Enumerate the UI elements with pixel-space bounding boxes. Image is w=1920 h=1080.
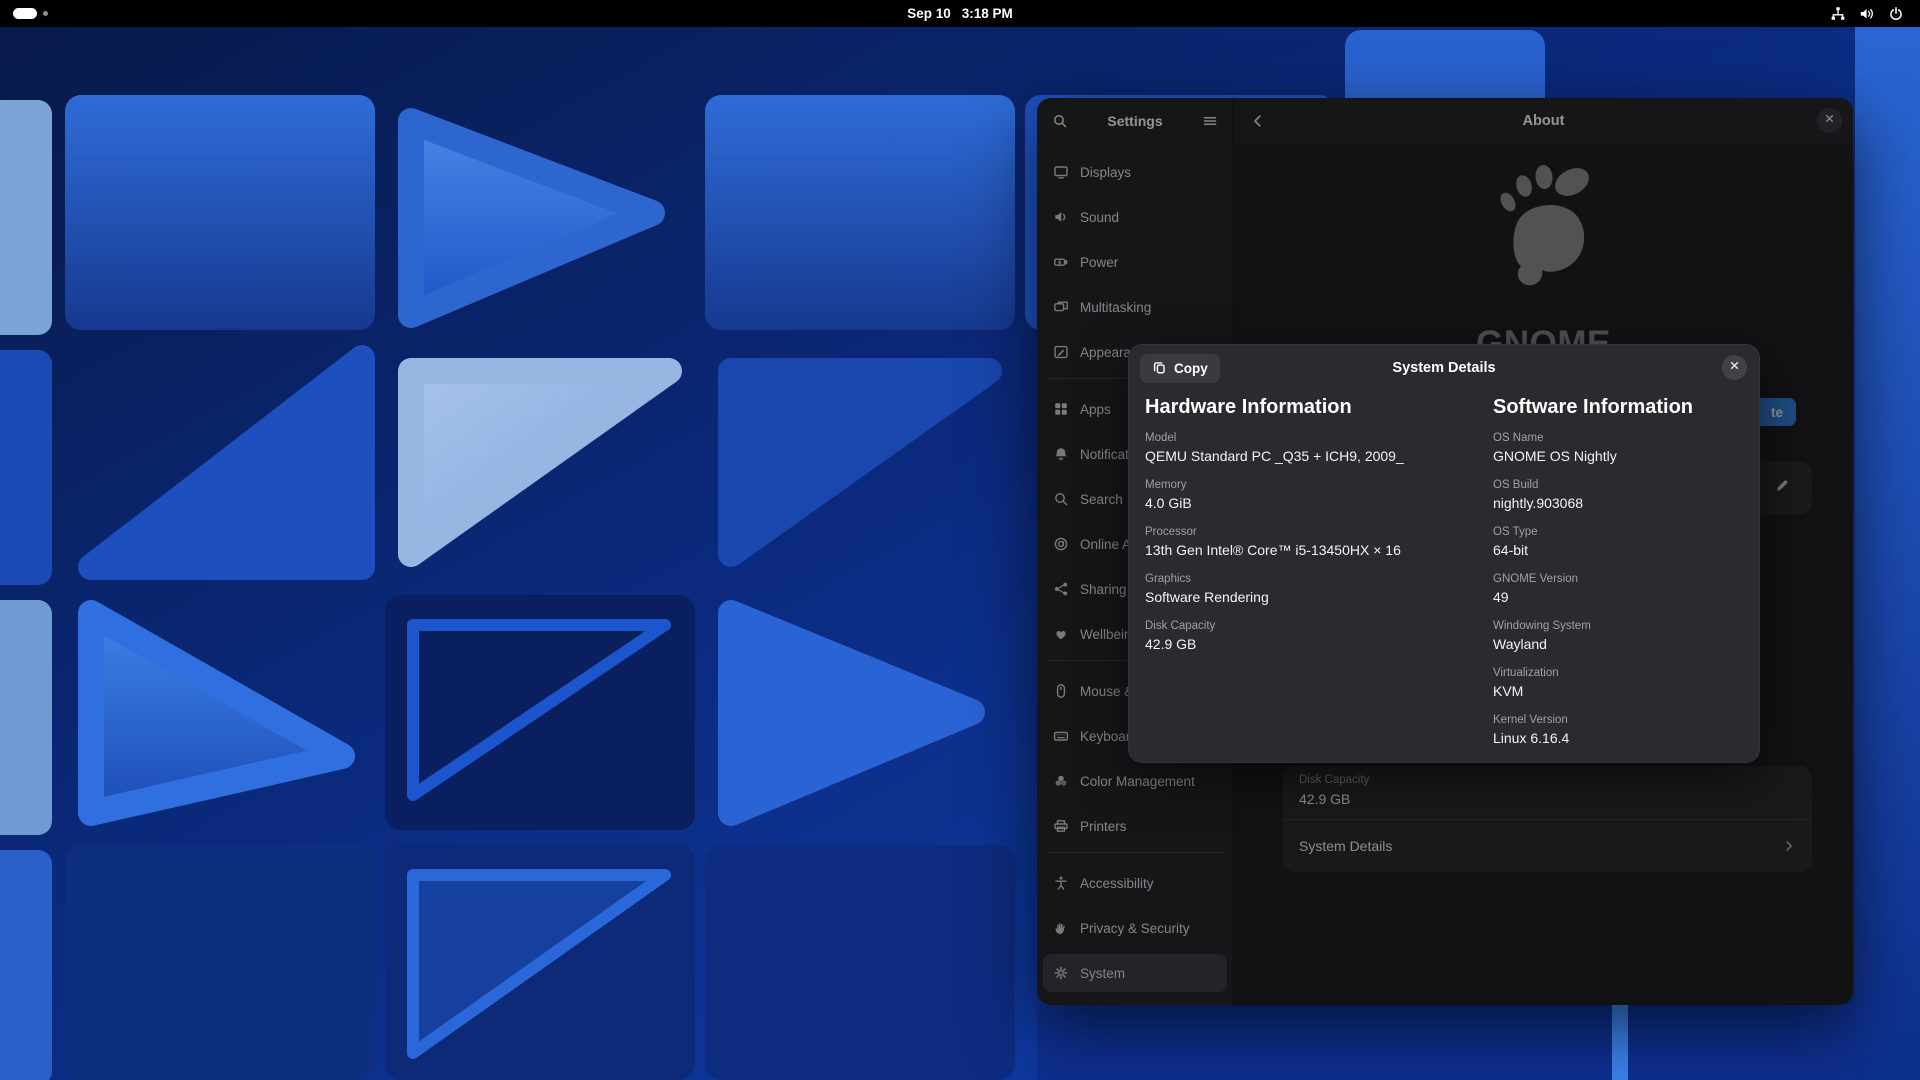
field-model: Model QEMU Standard PC _Q35 + ICH9, 2009_ (1145, 431, 1480, 465)
field-value: Linux 6.16.4 (1493, 730, 1745, 747)
clock-button[interactable]: Sep 10 3:18 PM (0, 0, 1920, 27)
network-wired-icon (1830, 6, 1846, 22)
field-disk-capacity: Disk Capacity 42.9 GB (1145, 619, 1480, 653)
system-details-dialog: Copy System Details Hardware Information… (1128, 344, 1760, 763)
top-bar: Sep 10 3:18 PM (0, 0, 1920, 27)
field-os-type: OS Type 64-bit (1493, 525, 1745, 559)
date-label: Sep 10 (907, 6, 951, 21)
field-label: Processor (1145, 525, 1480, 539)
field-label: Disk Capacity (1145, 619, 1480, 633)
field-label: Kernel Version (1493, 713, 1745, 727)
volume-icon (1859, 6, 1875, 22)
field-value: 42.9 GB (1145, 636, 1480, 653)
field-label: Windowing System (1493, 619, 1745, 633)
software-heading: Software Information (1493, 396, 1745, 419)
field-value: GNOME OS Nightly (1493, 448, 1745, 465)
hardware-info-column: Hardware Information Model QEMU Standard … (1145, 396, 1480, 756)
close-icon (1728, 359, 1741, 377)
field-label: OS Name (1493, 431, 1745, 445)
field-windowing-system: Windowing System Wayland (1493, 619, 1745, 653)
field-gnome-version: GNOME Version 49 (1493, 572, 1745, 606)
field-value: QEMU Standard PC _Q35 + ICH9, 2009_ (1145, 448, 1480, 465)
dialog-headerbar: Copy System Details (1128, 344, 1760, 392)
dialog-close-button[interactable] (1722, 355, 1747, 380)
field-os-build: OS Build nightly.903068 (1493, 478, 1745, 512)
field-memory: Memory 4.0 GiB (1145, 478, 1480, 512)
field-label: Virtualization (1493, 666, 1745, 680)
field-label: OS Type (1493, 525, 1745, 539)
field-virtualization: Virtualization KVM (1493, 666, 1745, 700)
field-value: 4.0 GiB (1145, 495, 1480, 512)
time-label: 3:18 PM (962, 6, 1013, 21)
field-kernel-version: Kernel Version Linux 6.16.4 (1493, 713, 1745, 747)
field-value: 49 (1493, 589, 1745, 606)
field-label: Graphics (1145, 572, 1480, 586)
field-value: KVM (1493, 683, 1745, 700)
field-graphics: Graphics Software Rendering (1145, 572, 1480, 606)
field-value: Wayland (1493, 636, 1745, 653)
hardware-heading: Hardware Information (1145, 396, 1480, 419)
field-value: 64-bit (1493, 542, 1745, 559)
dialog-title: System Details (1128, 344, 1760, 392)
field-label: Model (1145, 431, 1480, 445)
field-os-name: OS Name GNOME OS Nightly (1493, 431, 1745, 465)
field-value: Software Rendering (1145, 589, 1480, 606)
field-label: OS Build (1493, 478, 1745, 492)
field-value: nightly.903068 (1493, 495, 1745, 512)
software-info-column: Software Information OS Name GNOME OS Nig… (1493, 396, 1745, 756)
power-icon (1888, 6, 1904, 22)
field-label: Memory (1145, 478, 1480, 492)
field-label: GNOME Version (1493, 572, 1745, 586)
field-value: 13th Gen Intel® Core™ i5-13450HX × 16 (1145, 542, 1480, 559)
field-processor: Processor 13th Gen Intel® Core™ i5-13450H… (1145, 525, 1480, 559)
quick-settings-button[interactable] (1824, 0, 1910, 27)
settings-window: Settings DisplaysSoundPowerMultitaskingA… (1037, 98, 1853, 1005)
